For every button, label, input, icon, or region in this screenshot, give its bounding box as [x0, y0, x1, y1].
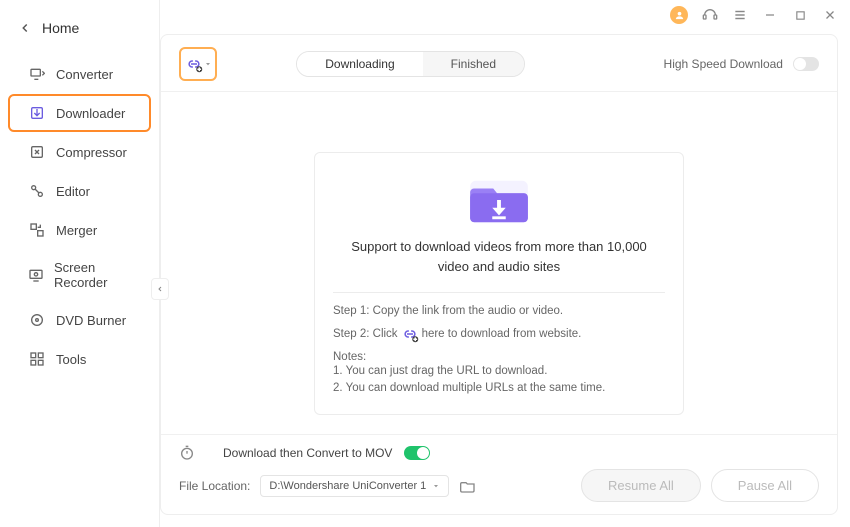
convert-label: Download then Convert to MOV [223, 446, 392, 460]
link-plus-icon [401, 325, 419, 343]
nav-label: Screen Recorder [54, 260, 131, 290]
titlebar [160, 0, 850, 30]
sidebar-item-tools[interactable]: Tools [8, 340, 151, 378]
maximize-button[interactable] [792, 7, 808, 23]
main: Downloading Finished High Speed Download [160, 0, 850, 527]
chevron-down-icon [204, 60, 212, 68]
nav-label: Tools [56, 352, 86, 367]
note2: 2. You can download multiple URLs at the… [333, 380, 665, 397]
back-icon [18, 21, 32, 35]
nav-label: Merger [56, 223, 97, 238]
editor-icon [28, 182, 46, 200]
step2-text: Step 2: Click here to download from webs… [333, 325, 665, 343]
content-panel: Downloading Finished High Speed Download [160, 34, 838, 515]
hsd-label: High Speed Download [664, 57, 783, 71]
close-button[interactable] [822, 7, 838, 23]
sidebar-item-converter[interactable]: Converter [8, 55, 151, 93]
collapse-sidebar-button[interactable] [151, 278, 169, 300]
screen-recorder-icon [28, 266, 44, 284]
toolbar: Downloading Finished High Speed Download [161, 35, 837, 92]
account-icon[interactable] [670, 6, 688, 24]
file-location-value: D:\Wondershare UniConverter 1 [269, 480, 426, 492]
empty-state: Support to download videos from more tha… [161, 92, 837, 434]
open-folder-button[interactable] [459, 478, 477, 494]
link-plus-icon [185, 55, 203, 73]
home-button[interactable]: Home [0, 10, 159, 50]
note1: 1. You can just drag the URL to download… [333, 363, 665, 380]
step2-suffix: here to download from website. [422, 326, 582, 342]
file-location-select[interactable]: D:\Wondershare UniConverter 1 [260, 475, 449, 497]
divider [333, 292, 665, 293]
nav-label: Converter [56, 67, 113, 82]
nav-label: Downloader [56, 106, 125, 121]
high-speed-download: High Speed Download [664, 57, 819, 71]
convert-toggle[interactable] [404, 446, 430, 460]
chevron-left-icon [156, 284, 164, 294]
sidebar-item-compressor[interactable]: Compressor [8, 133, 151, 171]
home-label: Home [42, 20, 79, 36]
notes-heading: Notes: [333, 351, 665, 363]
converter-icon [28, 65, 46, 83]
sidebar: Home Converter Downloader Compressor Edi… [0, 0, 160, 527]
nav-label: DVD Burner [56, 313, 126, 328]
sidebar-item-downloader[interactable]: Downloader [8, 94, 151, 132]
sidebar-item-merger[interactable]: Merger [8, 211, 151, 249]
nav-label: Editor [56, 184, 90, 199]
step2-prefix: Step 2: Click [333, 326, 398, 342]
file-location-label: File Location: [179, 479, 250, 493]
pause-all-button[interactable]: Pause All [711, 469, 819, 502]
download-folder-icon [468, 175, 530, 225]
resume-all-button[interactable]: Resume All [581, 469, 701, 502]
hsd-toggle[interactable] [793, 57, 819, 71]
step1-text: Step 1: Copy the link from the audio or … [333, 303, 665, 319]
bottom-bar: Download then Convert to MOV File Locati… [161, 434, 837, 514]
sidebar-item-dvd-burner[interactable]: DVD Burner [8, 301, 151, 339]
merger-icon [28, 221, 46, 239]
sidebar-item-screen-recorder[interactable]: Screen Recorder [8, 250, 151, 300]
info-card: Support to download videos from more tha… [314, 152, 684, 415]
tabs: Downloading Finished [296, 51, 525, 77]
timer-icon[interactable] [179, 445, 195, 461]
nav-label: Compressor [56, 145, 127, 160]
downloader-icon [28, 104, 46, 122]
support-icon[interactable] [702, 7, 718, 23]
chevron-down-icon [432, 482, 440, 490]
tab-downloading[interactable]: Downloading [297, 52, 422, 76]
minimize-button[interactable] [762, 7, 778, 23]
menu-icon[interactable] [732, 7, 748, 23]
nav-list: Converter Downloader Compressor Editor M… [0, 50, 159, 378]
compressor-icon [28, 143, 46, 161]
tools-icon [28, 350, 46, 368]
sidebar-item-editor[interactable]: Editor [8, 172, 151, 210]
add-url-button[interactable] [179, 47, 217, 81]
dvd-burner-icon [28, 311, 46, 329]
support-text: Support to download videos from more tha… [333, 237, 665, 286]
tab-finished[interactable]: Finished [423, 52, 524, 76]
